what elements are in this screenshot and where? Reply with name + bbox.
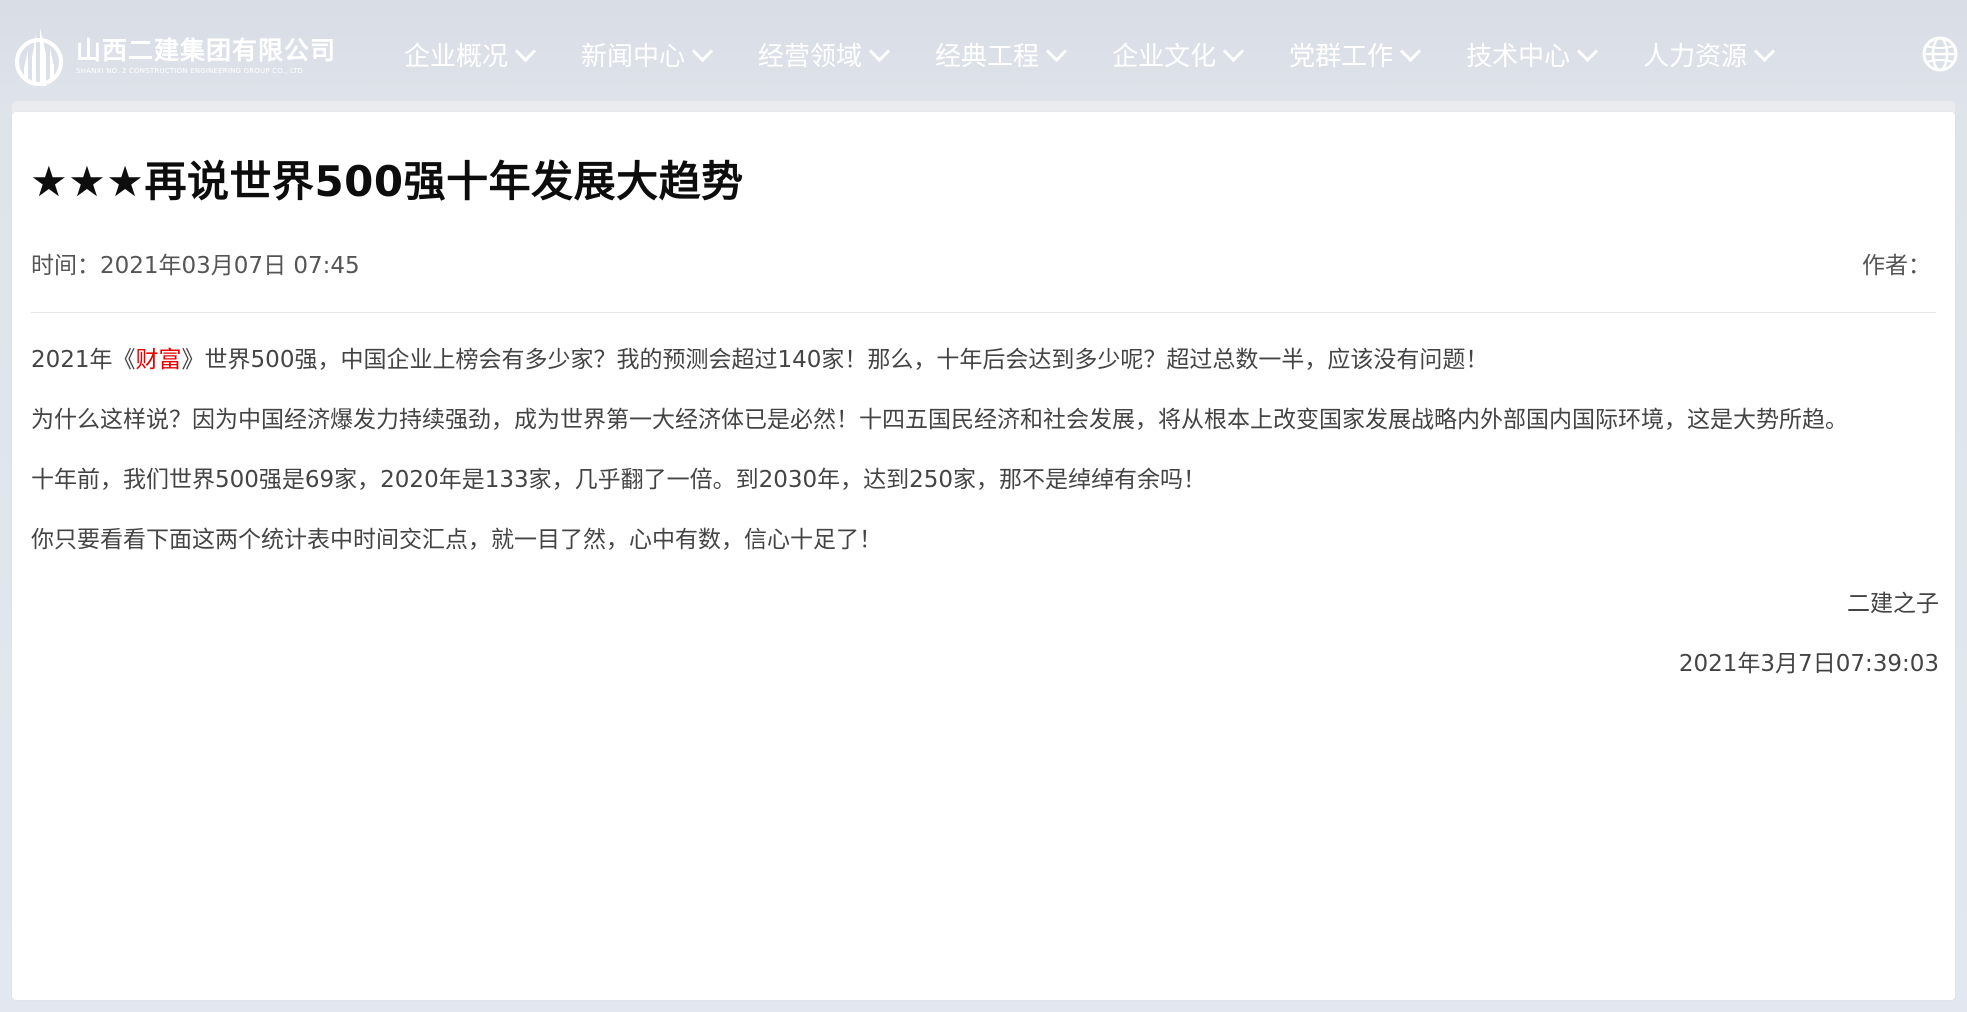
nav-item-company-overview[interactable]: 企业概况 bbox=[404, 30, 537, 78]
highlighted-text: 财富 bbox=[135, 347, 182, 373]
logo-mark-icon bbox=[15, 28, 63, 86]
globe-icon[interactable] bbox=[1921, 35, 1959, 73]
article-body: 2021年《财富》世界500强，中国企业上榜会有多少家？我的预测会超过140家！… bbox=[31, 344, 1951, 584]
chevron-down-icon bbox=[1222, 40, 1245, 62]
logo-company-name: 山西二建集团有限公司 bbox=[76, 36, 337, 65]
article-paragraph: 为什么这样说？因为中国经济爆发力持续强劲，成为世界第一大经济体已是必然！十四五国… bbox=[31, 407, 1848, 433]
nav-item-label: 经典工程 bbox=[935, 41, 1040, 72]
article-signature-date: 2021年3月7日07:39:03 bbox=[1678, 651, 1939, 677]
article-paragraph: 十年前，我们世界500强是69家，2020年是133家，几乎翻了一倍。到2030… bbox=[31, 467, 1207, 493]
nav-item-party-work[interactable]: 党群工作 bbox=[1289, 30, 1422, 78]
nav-item-label: 企业文化 bbox=[1112, 41, 1217, 72]
paragraph-text: 》世界500强，中国企业上榜会有多少家？我的预测会超过140家！那么，十年后会达… bbox=[181, 347, 1489, 373]
chevron-down-icon bbox=[1754, 40, 1776, 62]
site-logo[interactable]: 山西二建集团有限公司 SHANXI NO. 2 CONSTRUCTION ENG… bbox=[10, 24, 336, 88]
article-signature: 二建之子 bbox=[1847, 591, 1939, 617]
main-nav: 企业概况 新闻中心 经营领域 经典工程 企业文化 党群工作 技术中心 人力资源 bbox=[404, 30, 1820, 78]
nav-item-label: 新闻中心 bbox=[581, 41, 686, 72]
nav-item-label: 经营领域 bbox=[758, 41, 863, 72]
logo-text: 山西二建集团有限公司 SHANXI NO. 2 CONSTRUCTION ENG… bbox=[76, 36, 336, 76]
nav-item-label: 企业概况 bbox=[404, 41, 509, 72]
meta-divider bbox=[31, 312, 1936, 313]
chevron-down-icon bbox=[514, 40, 537, 62]
article-paragraph: 你只要看看下面这两个统计表中时间交汇点，就一目了然，心中有数，信心十足了！ bbox=[31, 527, 882, 553]
logo-company-name-en: SHANXI NO. 2 CONSTRUCTION ENGINEERING GR… bbox=[76, 67, 304, 75]
nav-item-label: 技术中心 bbox=[1466, 41, 1571, 72]
nav-item-news-center[interactable]: 新闻中心 bbox=[581, 30, 714, 78]
nav-item-classic-projects[interactable]: 经典工程 bbox=[935, 30, 1068, 78]
chevron-down-icon bbox=[1045, 40, 1068, 62]
chevron-down-icon bbox=[1399, 40, 1422, 62]
nav-item-label: 人力资源 bbox=[1643, 41, 1748, 72]
article-author: 作者： bbox=[1862, 253, 1931, 279]
nav-item-tech-center[interactable]: 技术中心 bbox=[1466, 30, 1599, 78]
nav-item-label: 党群工作 bbox=[1289, 41, 1394, 72]
article-time: 时间：2021年03月07日 07:45 bbox=[31, 253, 360, 279]
chevron-down-icon bbox=[868, 40, 891, 62]
nav-item-human-resources[interactable]: 人力资源 bbox=[1643, 30, 1776, 78]
site-header: 山西二建集团有限公司 SHANXI NO. 2 CONSTRUCTION ENG… bbox=[0, 0, 1967, 110]
chevron-down-icon bbox=[691, 40, 714, 62]
chevron-down-icon bbox=[1577, 40, 1599, 62]
article-panel: ★★★再说世界500强十年发展大趋势 时间：2021年03月07日 07:45 … bbox=[12, 112, 1955, 1000]
article-paragraph: 2021年《财富》世界500强，中国企业上榜会有多少家？我的预测会超过140家！… bbox=[31, 344, 1951, 404]
nav-item-business-areas[interactable]: 经营领域 bbox=[758, 30, 891, 78]
nav-item-corporate-culture[interactable]: 企业文化 bbox=[1112, 30, 1245, 78]
page: 山西二建集团有限公司 SHANXI NO. 2 CONSTRUCTION ENG… bbox=[0, 0, 1967, 1012]
paragraph-text: 2021年《 bbox=[31, 347, 136, 373]
article-title: ★★★再说世界500强十年发展大趋势 bbox=[30, 157, 744, 206]
